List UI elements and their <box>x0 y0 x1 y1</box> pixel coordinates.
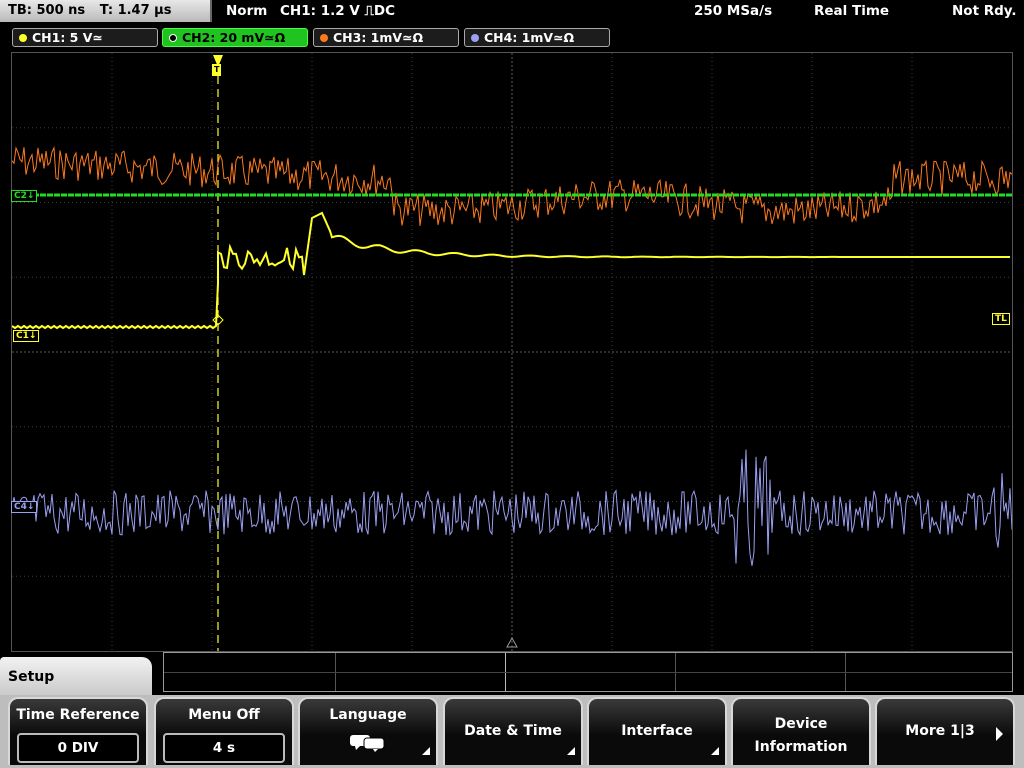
acquisition-status-label: Not Rdy. <box>952 3 1017 19</box>
sample-rate-label: 250 MSa/s <box>694 3 773 19</box>
ch2-offset-marker[interactable]: C2↓ <box>11 190 38 202</box>
more-softkey[interactable]: More 1|3 <box>875 697 1015 765</box>
ch1-dot-icon <box>19 34 27 42</box>
speech-bubbles-icon <box>348 733 388 753</box>
softkey-label: More 1|3 <box>905 723 975 739</box>
softkey-label: Date & Time <box>464 723 562 739</box>
channel-tab-label: CH3: 1mV≃Ω <box>333 30 424 45</box>
softkey-label: Time Reference <box>16 707 140 723</box>
status-bar: TB: 500 ns T: 1.47 µs Norm CH1: 1.2 V ⎍D… <box>0 0 1024 24</box>
menu-title-tab: Setup <box>0 657 152 697</box>
ch1-trace <box>12 211 1010 330</box>
waveform-canvas <box>12 53 1012 651</box>
trigger-pos-label: T <box>212 64 222 76</box>
channel-tab-label: CH1: 5 V≃ <box>32 30 103 45</box>
softkey-label: Menu Off <box>188 707 260 723</box>
menu-off-softkey[interactable]: Menu Off 4 s <box>154 697 294 765</box>
trigger-source-label[interactable]: CH1: 1.2 V ⎍DC <box>280 0 395 22</box>
graticule <box>12 53 1012 651</box>
timebase-box[interactable]: TB: 500 ns T: 1.47 µs <box>0 0 212 22</box>
device-information-softkey[interactable]: Device Information <box>731 697 871 765</box>
acquisition-mode-label: Real Time <box>814 3 890 19</box>
ch2-dot-icon <box>169 34 177 42</box>
channel-tab-ch3[interactable]: CH3: 1mV≃Ω <box>313 28 459 47</box>
time-reference-value[interactable]: 0 DIV <box>17 733 139 763</box>
timebase-label: TB: 500 ns <box>8 3 86 18</box>
softkey-label: Device Information <box>754 716 848 755</box>
waveform-display[interactable]: C2↓ C1↓ C4↓ TL T <box>11 52 1013 652</box>
channel-tab-ch2[interactable]: CH2: 20 mV≃Ω <box>162 28 308 47</box>
ch3-dot-icon <box>320 34 328 42</box>
channel-tab-label: CH2: 20 mV≃Ω <box>182 30 286 45</box>
trigger-mode-label[interactable]: Norm <box>226 0 267 22</box>
interface-softkey[interactable]: Interface <box>587 697 727 765</box>
channel-tab-ch4[interactable]: CH4: 1mV≃Ω <box>464 28 610 47</box>
language-softkey[interactable]: Language <box>298 697 438 765</box>
ch4-offset-marker[interactable]: C4↓ <box>11 501 38 513</box>
trigger-level-marker[interactable]: TL <box>992 313 1010 325</box>
softkey-label: Language <box>329 707 407 723</box>
ch1-offset-marker[interactable]: C1↓ <box>13 330 40 342</box>
ch4-dot-icon <box>471 34 479 42</box>
channel-tab-ch1[interactable]: CH1: 5 V≃ <box>12 28 158 47</box>
trigger-time-label: T: 1.47 µs <box>99 3 172 18</box>
time-reference-softkey[interactable]: Time Reference 0 DIV <box>8 697 148 765</box>
channel-tab-label: CH4: 1mV≃Ω <box>484 30 575 45</box>
softkey-label: Interface <box>621 723 693 739</box>
menu-off-value[interactable]: 4 s <box>163 733 285 763</box>
date-time-softkey[interactable]: Date & Time <box>443 697 583 765</box>
next-page-icon <box>996 727 1003 741</box>
overview-strip <box>163 652 1013 692</box>
